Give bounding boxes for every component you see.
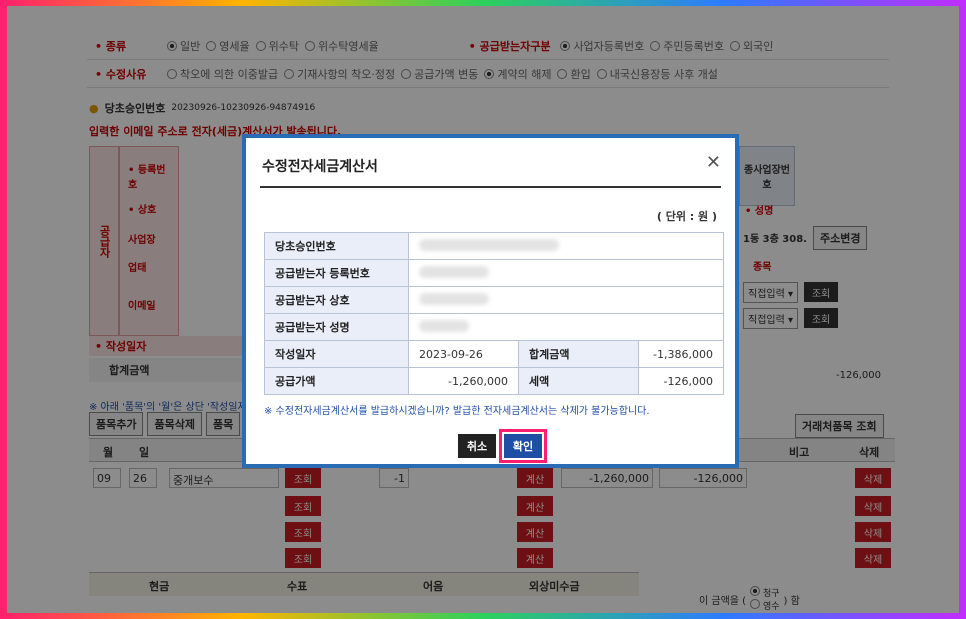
confirm-button[interactable]: 확인 bbox=[499, 429, 547, 463]
date-label: 작성일자 bbox=[264, 340, 409, 368]
reg-no-label: 공급받는자 등록번호 bbox=[264, 259, 409, 287]
tax-label: 세액 bbox=[518, 367, 639, 395]
redacted-value bbox=[419, 292, 489, 305]
table-row: 공급받는자 등록번호 bbox=[264, 259, 724, 287]
tax-invoice-page: • 종류 일반 영세율 위수탁 위수탁영세율 • 공급받는자구분 사업자등록번호… bbox=[7, 6, 959, 613]
redacted-value bbox=[419, 238, 559, 251]
date-value: 2023-09-26 bbox=[408, 340, 519, 368]
cancel-button[interactable]: 취소 bbox=[458, 434, 496, 458]
person-label: 공급받는자 성명 bbox=[264, 313, 409, 341]
summary-table: 당초승인번호 공급받는자 등록번호 공급받는자 상호 공급받는자 성명 작성일자… bbox=[264, 232, 724, 395]
table-row: 당초승인번호 bbox=[264, 232, 724, 260]
orig-no-label: 당초승인번호 bbox=[264, 232, 409, 260]
orig-no-value bbox=[408, 232, 724, 260]
close-icon[interactable]: ✕ bbox=[706, 152, 721, 173]
supply-label: 공급가액 bbox=[264, 367, 409, 395]
redacted-value bbox=[419, 319, 469, 332]
revised-invoice-dialog: 수정전자세금계산서 ✕ ( 단위 : 원 ) 당초승인번호 공급받는자 등록번호… bbox=[242, 134, 739, 468]
issue-notice: ※ 수정전자세금계산서를 발급하시겠습니까? 발급한 전자세금계산서는 삭제가 … bbox=[264, 406, 650, 417]
person-value bbox=[408, 313, 724, 341]
title-divider bbox=[260, 186, 721, 188]
redacted-value bbox=[419, 265, 489, 278]
reg-no-value bbox=[408, 259, 724, 287]
table-row: 공급가액 -1,260,000 세액 -126,000 bbox=[264, 367, 724, 395]
supply-value: -1,260,000 bbox=[408, 367, 519, 395]
unit-label: ( 단위 : 원 ) bbox=[656, 210, 717, 223]
table-row: 공급받는자 상호 bbox=[264, 286, 724, 314]
company-value bbox=[408, 286, 724, 314]
total-label: 합계금액 bbox=[518, 340, 639, 368]
tax-value: -126,000 bbox=[638, 367, 724, 395]
total-value: -1,386,000 bbox=[638, 340, 724, 368]
company-label: 공급받는자 상호 bbox=[264, 286, 409, 314]
dialog-title: 수정전자세금계산서 bbox=[262, 159, 378, 175]
table-row: 공급받는자 성명 bbox=[264, 313, 724, 341]
table-row: 작성일자 2023-09-26 합계금액 -1,386,000 bbox=[264, 340, 724, 368]
screenshot-frame: • 종류 일반 영세율 위수탁 위수탁영세율 • 공급받는자구분 사업자등록번호… bbox=[0, 0, 966, 619]
